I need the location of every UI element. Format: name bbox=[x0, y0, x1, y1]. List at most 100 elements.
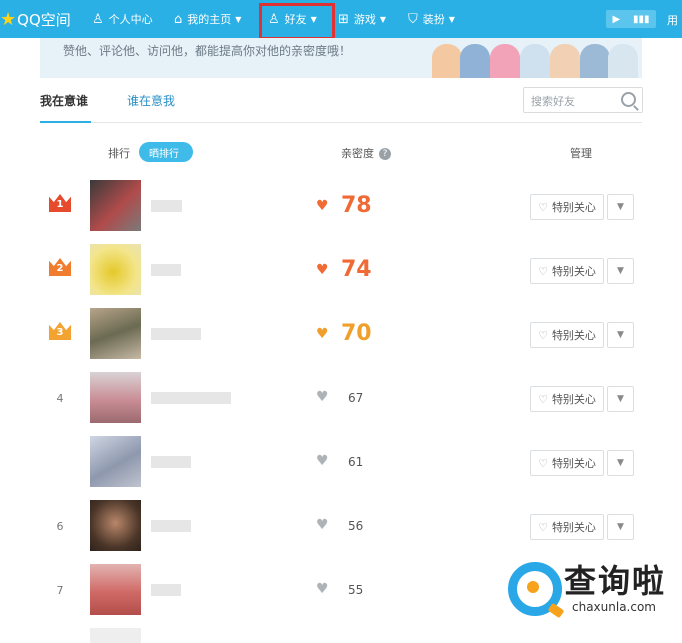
intimacy-score: 56 bbox=[348, 519, 364, 533]
qzone-logo[interactable]: ★ QQ空间 bbox=[0, 8, 71, 30]
more-dropdown-button[interactable]: ▼ bbox=[607, 194, 634, 220]
heart-outline-icon: ♡ bbox=[538, 200, 548, 214]
friend-search-box[interactable] bbox=[523, 87, 643, 113]
avatar[interactable] bbox=[90, 564, 141, 615]
intimacy-score: 78 bbox=[341, 193, 372, 218]
intimacy-score: 74 bbox=[341, 257, 372, 282]
rank-crown-3: 3 bbox=[49, 322, 71, 340]
avatar[interactable] bbox=[90, 372, 141, 423]
help-icon[interactable]: ? bbox=[379, 148, 391, 160]
nav-personal-center[interactable]: ♙ 个人中心 bbox=[92, 0, 153, 38]
intimacy-score: 61 bbox=[348, 455, 364, 469]
rank-number: 6 bbox=[56, 519, 64, 533]
intimacy-header-label: 亲密度 bbox=[341, 147, 374, 160]
nav-item-label: 我的主页 bbox=[187, 13, 232, 26]
heart-icon: ♥ bbox=[316, 389, 329, 405]
heart-outline-icon: ♡ bbox=[538, 456, 548, 470]
banner-illustration bbox=[490, 44, 520, 78]
banner-illustration bbox=[460, 44, 490, 78]
friend-search-input[interactable] bbox=[529, 89, 623, 113]
avatar[interactable] bbox=[90, 500, 141, 551]
intimacy-score: 55 bbox=[348, 583, 364, 597]
intimacy-score: 70 bbox=[341, 321, 372, 346]
banner-illustration bbox=[608, 44, 638, 78]
nav-games[interactable]: ⊞ 游戏 ▼ bbox=[338, 0, 386, 38]
heart-outline-icon: ♡ bbox=[538, 392, 548, 406]
tab-who-cares-about-me[interactable]: 谁在意我 bbox=[127, 92, 175, 109]
tab-i-care-about[interactable]: 我在意谁 bbox=[40, 92, 88, 109]
banner-illustration bbox=[432, 44, 462, 78]
star-logo-icon: ★ bbox=[0, 8, 17, 30]
intimacy-score: 67 bbox=[348, 391, 364, 405]
chevron-down-icon: ▼ bbox=[617, 458, 624, 468]
more-dropdown-button[interactable]: ▼ bbox=[607, 514, 634, 540]
shirt-icon: ⛉ bbox=[408, 11, 418, 27]
heart-outline-icon: ♡ bbox=[538, 264, 548, 278]
person-icon: ♙ bbox=[92, 11, 104, 27]
special-care-button[interactable]: ♡ 特别关心 bbox=[530, 514, 604, 540]
nav-decorate[interactable]: ⛉ 装扮 ▼ bbox=[408, 0, 455, 38]
intimacy-banner: 赞他、评论他、访问他，都能提高你对他的亲密度哦！ bbox=[40, 38, 642, 78]
special-care-label: 特别关心 bbox=[551, 329, 596, 342]
manage-header: 管理 bbox=[570, 147, 592, 160]
heart-icon: ♥ bbox=[316, 517, 329, 533]
play-icon: ▶ bbox=[612, 13, 621, 25]
special-care-button[interactable]: ♡ 特别关心 bbox=[530, 450, 604, 476]
rank-crown-1: 1 bbox=[49, 194, 71, 212]
grid-icon: ⊞ bbox=[338, 11, 349, 27]
special-care-button[interactable]: ♡ 特别关心 bbox=[530, 258, 604, 284]
media-widget[interactable]: ▶ ▮▮▮ bbox=[606, 10, 656, 28]
chevron-down-icon: ▼ bbox=[448, 14, 455, 24]
heart-icon: ♥ bbox=[316, 326, 329, 342]
rank-number: 4 bbox=[56, 391, 64, 405]
rank-header: 排行 bbox=[108, 147, 130, 160]
home-icon: ⌂ bbox=[174, 11, 183, 27]
friend-name[interactable] bbox=[151, 328, 201, 340]
heart-outline-icon: ♡ bbox=[538, 328, 548, 342]
avatar[interactable] bbox=[90, 180, 141, 231]
rank-number bbox=[49, 453, 71, 471]
friend-name[interactable] bbox=[151, 200, 182, 212]
nav-item-label: 个人中心 bbox=[108, 13, 153, 26]
friend-name[interactable] bbox=[151, 520, 191, 532]
search-icon[interactable] bbox=[621, 92, 636, 107]
special-care-label: 特别关心 bbox=[551, 457, 596, 470]
banner-illustration bbox=[520, 44, 550, 78]
heart-icon: ♥ bbox=[316, 581, 329, 597]
toggle-label: 晒排行 bbox=[149, 148, 179, 160]
chevron-down-icon: ▼ bbox=[235, 14, 242, 24]
special-care-label: 特别关心 bbox=[551, 521, 596, 534]
user-menu[interactable]: 用 bbox=[667, 12, 678, 28]
special-care-button[interactable]: ♡ 特别关心 bbox=[530, 386, 604, 412]
chevron-down-icon: ▼ bbox=[617, 522, 624, 532]
avatar[interactable] bbox=[90, 244, 141, 295]
friend-name[interactable] bbox=[151, 392, 231, 404]
more-dropdown-button[interactable]: ▼ bbox=[607, 450, 634, 476]
avatar[interactable] bbox=[90, 628, 141, 643]
friend-name[interactable] bbox=[151, 264, 181, 276]
tab-divider bbox=[40, 122, 642, 123]
nav-my-homepage[interactable]: ⌂ 我的主页 ▼ bbox=[174, 0, 241, 38]
chevron-down-icon: ▼ bbox=[379, 14, 387, 24]
special-care-button[interactable]: ♡ 特别关心 bbox=[530, 194, 604, 220]
special-care-label: 特别关心 bbox=[551, 265, 596, 278]
friend-name[interactable] bbox=[151, 584, 181, 596]
nav-item-label: 装扮 bbox=[422, 13, 445, 26]
show-rank-toggle[interactable]: 晒排行 bbox=[139, 142, 193, 162]
intimacy-header: 亲密度? bbox=[341, 145, 391, 161]
chevron-down-icon: ▼ bbox=[617, 202, 624, 212]
special-care-button[interactable]: ♡ 特别关心 bbox=[530, 322, 604, 348]
heart-icon: ♥ bbox=[316, 453, 329, 469]
avatar[interactable] bbox=[90, 308, 141, 359]
friends-highlight-box bbox=[259, 3, 335, 40]
friend-name[interactable] bbox=[151, 456, 191, 468]
heart-outline-icon: ♡ bbox=[538, 520, 548, 534]
nav-item-label: 游戏 bbox=[353, 13, 376, 26]
watermark-url: chaxunla.com bbox=[572, 600, 656, 614]
more-dropdown-button[interactable]: ▼ bbox=[607, 258, 634, 284]
avatar[interactable] bbox=[90, 436, 141, 487]
top-navbar: ★ QQ空间 ♙ 个人中心 ⌂ 我的主页 ▼ ♙ 好友 ▼ ⊞ 游戏 ▼ ⛉ 装… bbox=[0, 0, 682, 38]
rank-crown-2: 2 bbox=[49, 258, 71, 276]
more-dropdown-button[interactable]: ▼ bbox=[607, 322, 634, 348]
more-dropdown-button[interactable]: ▼ bbox=[607, 386, 634, 412]
